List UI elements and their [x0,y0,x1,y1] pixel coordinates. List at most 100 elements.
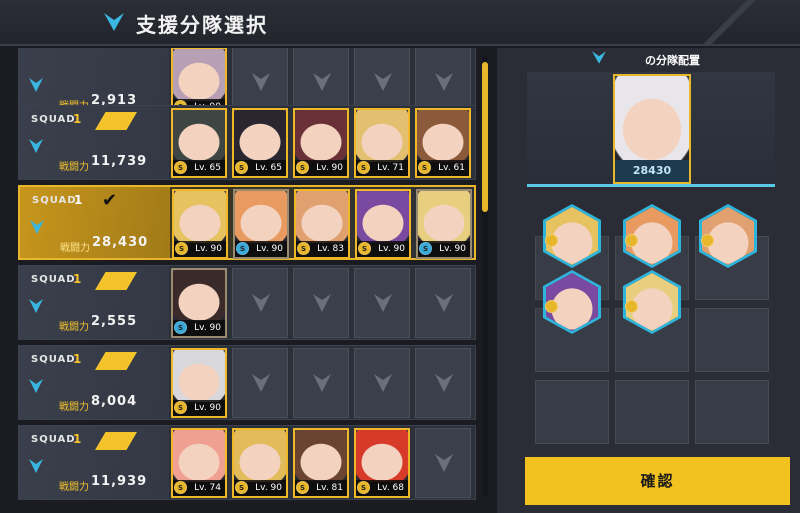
power-value: 8,004 [91,394,138,409]
checkmark-icon: ✔ [102,190,118,211]
squad-list[interactable]: 戦闘力2,913Lv. 90SSQUAD1戦闘力11,739Lv. 65SLv.… [18,48,478,513]
rank-badge-icon [625,234,638,247]
empty-slot-icon [374,294,392,312]
squad-number: 1 [73,112,82,126]
squad-row[interactable]: SQUAD 1 戦闘力 11,939 Lv. 74 S Lv. 90 S Lv. 81 S Lv. … [18,425,476,500]
squad-row[interactable]: SQUAD 1 戦闘力 2,555 Lv. 90 S [18,265,476,340]
empty-slot[interactable] [232,348,288,418]
empty-slot-icon [313,294,331,312]
leader-portrait [615,76,689,162]
leader-power: 28430 [615,160,689,182]
power-value: 11,739 [91,154,148,169]
squad-info: SQUAD 1 戦闘力 11,939 [19,426,169,499]
rank-badge-icon: S [174,481,187,494]
confirm-button[interactable]: 確認 [525,457,790,505]
squad-row[interactable]: SQUAD 1 戦闘力 8,004 Lv. 90 S [18,345,476,420]
empty-slot-icon [435,294,453,312]
empty-slot[interactable] [232,268,288,338]
rank-badge-icon: S [358,242,371,255]
empty-slot-icon [374,374,392,392]
chevron-down-icon [30,219,44,234]
unit-portrait [174,191,226,243]
power-label: 戦闘力 [59,322,89,333]
unit-portrait [173,430,225,482]
unit-card[interactable]: Lv. 90S [232,428,288,498]
formation-cell[interactable] [535,380,609,444]
rank-badge-icon: S [297,242,310,255]
screen-header: 支援分隊選択 [0,0,800,46]
squad-label: SQUAD [32,195,77,206]
power-value: 11,939 [91,474,148,489]
empty-slot[interactable] [415,268,471,338]
unit-card[interactable]: Lv. 90S [233,189,289,259]
unit-card[interactable]: Lv. 90S [416,189,472,259]
power-value: 28,430 [92,235,149,250]
unit-card[interactable]: Lv. 61 S [415,108,471,178]
unit-portrait [173,110,225,162]
unit-card[interactable]: Lv. 90S [171,348,227,418]
squad-info: SQUAD 1 戦闘力 2,555 [19,266,169,339]
unit-card[interactable]: Lv. 68 S [354,428,410,498]
squad-label: SQUAD [31,274,76,285]
unit-portrait [417,110,469,162]
empty-slot[interactable] [293,348,349,418]
power-label: 戦闘力 [60,243,90,254]
unit-card[interactable]: Lv. 83 S [294,189,350,259]
empty-slot-icon [252,374,270,392]
squad-label: SQUAD [31,354,76,365]
unit-portrait [173,350,225,402]
power-label: 戦闘力 [59,402,89,413]
unit-card[interactable]: Lv. 74 S [171,428,227,498]
empty-slot[interactable] [354,268,410,338]
rank-badge-icon: S [174,401,187,414]
confirm-label: 確認 [640,472,675,490]
empty-slot[interactable] [354,348,410,418]
squad-info: SQUAD 1 戦闘力 11,739 [19,106,169,179]
squad-stripe [95,352,137,370]
unit-card[interactable]: Lv. 90S [355,189,411,259]
formation-panel: の分隊配置 28430 確認 [497,48,800,513]
unit-card[interactable]: Lv. 90S [172,189,228,259]
screen-title: 支援分隊選択 [136,13,268,37]
unit-card[interactable]: Lv. 65 S [171,108,227,178]
power-value: 2,555 [91,314,138,329]
unit-portrait [234,110,286,162]
rank-badge-icon: S [174,321,187,334]
unit-portrait [356,430,408,482]
leader-card[interactable]: 28430 [613,74,691,184]
formation-cell[interactable] [615,380,689,444]
unit-card[interactable]: Lv. 90S [171,268,227,338]
scrollbar-thumb[interactable] [482,62,488,212]
squad-number: 1 [73,272,82,286]
empty-slot[interactable] [415,428,471,498]
chevron-down-icon [104,13,124,31]
formation-title: の分隊配置 [645,54,700,67]
formation-cell[interactable] [695,308,769,372]
unit-portrait [357,191,409,243]
squad-row[interactable]: SQUAD 1 ✔ 戦闘力 28,430 Lv. 90 S Lv. 90 S Lv. 83 S Lv.… [18,185,476,260]
squad-label: SQUAD [31,114,76,125]
squad-stripe [95,272,137,290]
chevron-down-icon [29,378,43,393]
squad-number: 1 [73,432,82,446]
empty-slot-icon [313,374,331,392]
squad-row[interactable]: SQUAD 1 戦闘力 11,739 Lv. 65 S Lv. 65 S Lv. 90 S Lv. … [18,105,476,180]
rank-badge-icon: S [236,242,249,255]
chevron-down-icon [592,51,606,64]
formation-cell[interactable] [695,380,769,444]
unit-card[interactable]: Lv. 81 S [293,428,349,498]
squad-number: 1 [74,193,83,207]
chevron-down-icon [29,298,43,313]
empty-slot[interactable] [293,268,349,338]
unit-card[interactable]: Lv. 71 S [354,108,410,178]
squad-label: SQUAD [31,434,76,445]
empty-slot[interactable] [415,348,471,418]
unit-portrait [296,191,348,243]
unit-card[interactable]: Lv. 90S [293,108,349,178]
empty-slot-icon [435,73,453,91]
unit-card[interactable]: Lv. 65 S [232,108,288,178]
rank-badge-icon: S [296,481,309,494]
unit-portrait [418,191,470,243]
rank-badge-icon: S [419,242,432,255]
rank-badge-icon [701,234,714,247]
